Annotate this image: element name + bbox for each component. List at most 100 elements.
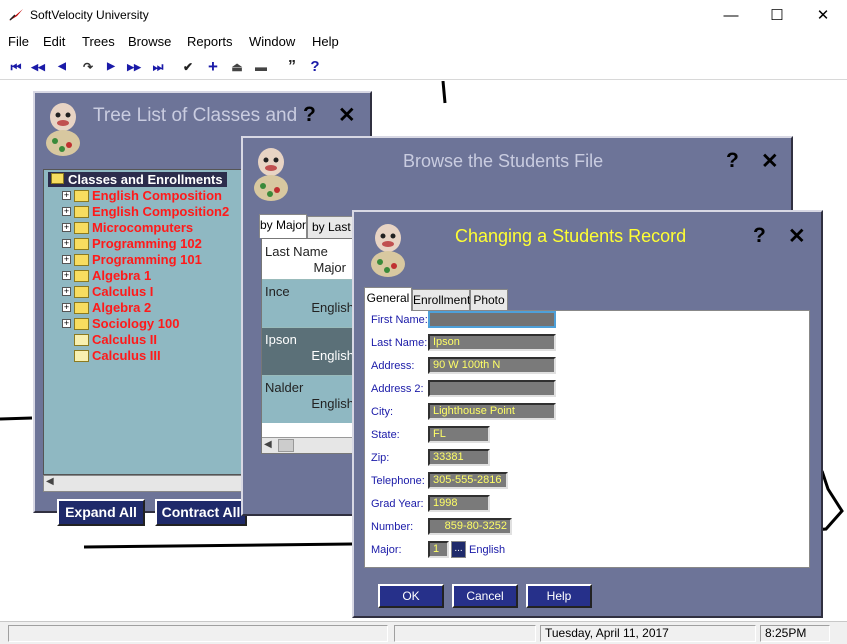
major-field[interactable]: 1 (428, 541, 449, 558)
tree-item-label: Calculus I (92, 284, 154, 299)
browse-window-title: Browse the Students File (403, 151, 604, 171)
first-name-label: First Name: (371, 314, 428, 326)
menu-browse[interactable]: Browse (128, 34, 171, 49)
status-date: Tuesday, April 11, 2017 (540, 625, 756, 642)
help-icon[interactable]: ? (726, 149, 739, 173)
expand-all-button[interactable]: Expand All (57, 499, 145, 526)
select-check-icon[interactable]: ✔ (178, 57, 198, 77)
menu-window[interactable]: Window (249, 34, 295, 49)
number-field[interactable]: 859-80-3252 (428, 518, 512, 535)
folder-icon (74, 190, 89, 202)
previous-record-icon[interactable]: ◀ (52, 57, 72, 77)
tab-by-major[interactable]: by Major (259, 214, 307, 238)
table-row[interactable]: Nalder English (262, 375, 360, 423)
close-icon[interactable]: ✕ (788, 224, 806, 249)
table-row-selected[interactable]: Ipson English (262, 327, 360, 375)
tree-item[interactable]: + Microcomputers (62, 220, 193, 236)
city-field[interactable]: Lighthouse Point (428, 403, 556, 420)
last-name-field[interactable]: Ipson (428, 334, 556, 351)
expand-plus-icon[interactable]: + (62, 207, 71, 216)
tree-item[interactable]: + English Composition2 (62, 204, 229, 220)
previous-page-icon[interactable]: ◀◀ (28, 57, 48, 77)
tab-general[interactable]: General (364, 287, 412, 311)
tree-item[interactable]: + Calculus I (62, 284, 153, 300)
menu-reports[interactable]: Reports (187, 34, 233, 49)
help-button[interactable]: Help (526, 584, 592, 608)
close-icon[interactable]: ✕ (761, 149, 779, 174)
expand-plus-icon[interactable]: + (62, 191, 71, 200)
address-field[interactable]: 90 W 100th N (428, 357, 556, 374)
eject-icon[interactable]: ⏏ (227, 57, 247, 77)
state-field[interactable]: FL (428, 426, 490, 443)
expand-plus-icon[interactable]: + (62, 287, 71, 296)
expand-plus-icon[interactable]: + (62, 319, 71, 328)
minimize-button[interactable]: — (708, 0, 754, 31)
student-last-name: Ince (265, 284, 290, 299)
address-2-field[interactable] (428, 380, 556, 397)
general-tab-panel: First Name: Last Name: Ipson Address: 90… (364, 310, 810, 568)
scroll-thumb[interactable] (278, 439, 294, 452)
help-icon[interactable]: ? (305, 57, 325, 77)
expand-plus-icon[interactable]: + (62, 223, 71, 232)
menu-file[interactable]: File (8, 34, 29, 49)
scroll-left-icon[interactable]: ◀ (46, 476, 54, 487)
tab-photo[interactable]: Photo (470, 289, 508, 311)
next-record-icon[interactable]: ▶ (101, 57, 121, 77)
menu-help[interactable]: Help (312, 34, 339, 49)
menu-edit[interactable]: Edit (43, 34, 65, 49)
tree-item-label: Calculus III (92, 348, 161, 363)
folder-icon (74, 222, 89, 234)
telephone-field[interactable]: 305-555-2816 (428, 472, 508, 489)
close-icon[interactable]: ✕ (338, 103, 356, 128)
contract-all-button[interactable]: Contract All (155, 499, 247, 526)
close-button[interactable]: ✕ (800, 0, 846, 31)
help-icon[interactable]: ? (303, 103, 316, 127)
quote-icon[interactable]: ” (282, 57, 302, 77)
ok-button[interactable]: OK (378, 584, 444, 608)
tree-item[interactable]: + Algebra 1 (62, 268, 151, 284)
tree-root-node[interactable]: Classes and Enrollments (48, 172, 227, 187)
mascot-logo-icon (254, 148, 288, 201)
first-name-field[interactable] (428, 311, 556, 328)
expand-plus-icon[interactable]: + (62, 239, 71, 248)
grad-year-field[interactable]: 1998 (428, 495, 490, 512)
expand-plus-icon[interactable]: + (62, 255, 71, 264)
scroll-left-icon[interactable]: ◀ (264, 439, 272, 450)
next-page-icon[interactable]: ▶▶ (124, 57, 144, 77)
tree-item[interactable]: + Programming 101 (62, 252, 202, 268)
change-record-icon[interactable]: ↷ (78, 57, 98, 77)
menu-trees[interactable]: Trees (82, 34, 115, 49)
tree-item[interactable]: + English Composition (62, 188, 222, 204)
last-record-icon[interactable]: ⏭ (148, 57, 168, 77)
tree-item[interactable]: + Sociology 100 (62, 316, 179, 332)
tree-item[interactable]: + Programming 102 (62, 236, 202, 252)
expand-plus-icon[interactable]: + (62, 271, 71, 280)
mascot-logo-icon (46, 103, 80, 156)
major-description: English (469, 544, 506, 556)
table-row[interactable]: Ince English (262, 279, 360, 327)
zip-field[interactable]: 33381 (428, 449, 490, 466)
cancel-button[interactable]: Cancel (452, 584, 518, 608)
tree-list[interactable]: Classes and Enrollments + English Composi… (43, 169, 243, 475)
insert-plus-icon[interactable]: + (203, 57, 223, 77)
major-label: Major: (371, 544, 402, 556)
first-record-icon[interactable]: ⏮ (6, 57, 26, 77)
delete-icon[interactable]: ▬ (251, 57, 271, 77)
tree-item[interactable]: Calculus II (62, 332, 157, 348)
tree-item[interactable]: Calculus III (62, 348, 161, 364)
major-lookup-button[interactable]: ... (451, 541, 466, 558)
tab-enrollment[interactable]: Enrollment (412, 289, 470, 311)
menu-bar: File Edit Trees Browse Reports Window He… (0, 31, 847, 52)
change-student-record-window[interactable]: Changing a Students Record ? ✕ General E… (352, 210, 823, 618)
help-icon[interactable]: ? (753, 224, 766, 248)
title-bar: SoftVelocity University — ☐ ✕ (0, 0, 847, 31)
tab-by-last-name[interactable]: by Last N (307, 216, 357, 238)
student-browse-list[interactable]: Last Name Major Ince English Ipson Engli… (261, 238, 361, 454)
folder-icon (74, 318, 89, 330)
tree-horizontal-scrollbar[interactable]: ◀ (43, 475, 243, 492)
tree-item[interactable]: + Algebra 2 (62, 300, 151, 316)
expand-plus-icon[interactable]: + (62, 303, 71, 312)
city-label: City: (371, 406, 393, 418)
maximize-button[interactable]: ☐ (754, 0, 800, 31)
browse-horizontal-scrollbar[interactable]: ◀ (262, 437, 360, 453)
